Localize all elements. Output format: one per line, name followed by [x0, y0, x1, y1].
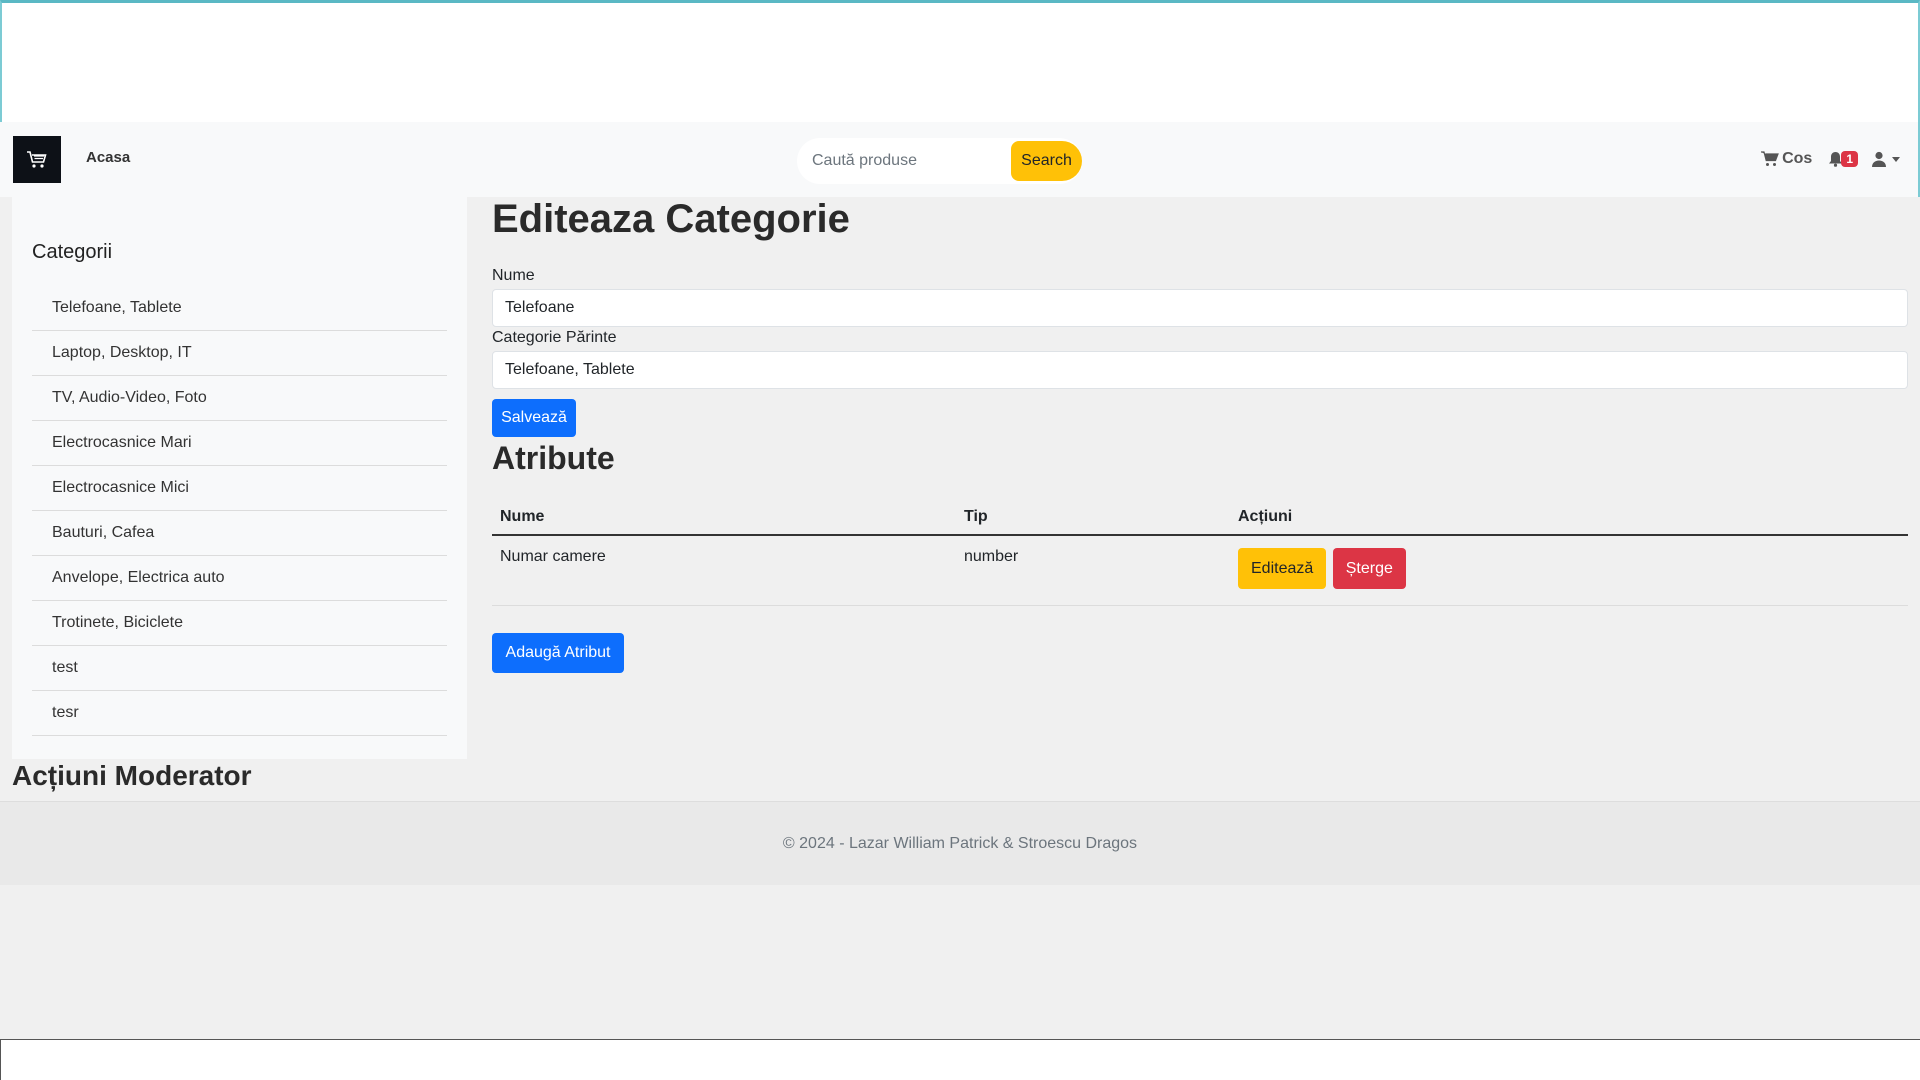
attributes-title: Atribute: [492, 440, 615, 476]
top-blank-band: [0, 0, 1920, 122]
category-list: Telefoane, Tablete Laptop, Desktop, IT T…: [32, 286, 447, 736]
bottom-blank-band: [0, 1039, 1920, 1080]
search-button[interactable]: Search: [1011, 141, 1082, 181]
notifications-button[interactable]: 1: [1828, 151, 1858, 167]
category-item[interactable]: Anvelope, Electrica auto: [32, 556, 447, 601]
attribute-name-cell: Numar camere: [492, 535, 956, 606]
footer-copyright: © 2024 - Lazar William Patrick & Stroesc…: [782, 834, 1138, 852]
attribute-actions-cell: Editează Șterge: [1230, 535, 1908, 606]
category-item[interactable]: test: [32, 646, 447, 691]
sidebar-title: Categorii: [32, 241, 113, 263]
parent-category-field[interactable]: [492, 351, 1908, 389]
notification-badge: 1: [1841, 151, 1858, 167]
attribute-type-cell: number: [956, 535, 1230, 606]
edit-attribute-button[interactable]: Editează: [1238, 548, 1327, 589]
table-header-row: Nume Tip Acțiuni: [492, 500, 1908, 536]
column-header-actions: Acțiuni: [1230, 500, 1908, 536]
column-header-name: Nume: [492, 500, 956, 536]
category-item[interactable]: Bauturi, Cafea: [32, 511, 447, 556]
sidebar: Categorii Telefoane, Tablete Laptop, Des…: [12, 197, 467, 759]
name-field[interactable]: [492, 289, 1908, 327]
delete-attribute-button[interactable]: Șterge: [1332, 548, 1406, 589]
cart-logo-icon: [27, 150, 47, 168]
category-item[interactable]: TV, Audio-Video, Foto: [32, 376, 447, 421]
search-form: Search: [797, 138, 1082, 184]
category-item[interactable]: Electrocasnice Mari: [32, 421, 447, 466]
moderator-actions-title: Acțiuni Moderator: [12, 760, 252, 791]
page-title: Editeaza Categorie: [492, 197, 850, 241]
table-row: Numar camere number Editează Șterge: [492, 535, 1908, 606]
add-attribute-button[interactable]: Adaugă Atribut: [492, 633, 624, 673]
search-input[interactable]: [810, 151, 1010, 171]
category-item[interactable]: tesr: [32, 691, 447, 736]
chevron-down-icon: [1892, 156, 1900, 162]
name-label: Nume: [492, 267, 535, 284]
cart-label: Cos: [1782, 150, 1813, 167]
category-item[interactable]: Electrocasnice Mici: [32, 466, 447, 511]
cart-icon: [1761, 151, 1779, 166]
attributes-table: Nume Tip Acțiuni Numar camere number Edi…: [492, 500, 1908, 606]
category-item[interactable]: Telefoane, Tablete: [32, 286, 447, 331]
nav-home-link[interactable]: Acasa: [86, 149, 130, 166]
parent-category-label: Categorie Părinte: [492, 329, 617, 346]
brand-logo[interactable]: [13, 136, 61, 183]
category-item[interactable]: Laptop, Desktop, IT: [32, 331, 447, 376]
column-header-type: Tip: [956, 500, 1230, 536]
navbar: Acasa Search Cos 1: [0, 122, 1920, 197]
category-item[interactable]: Trotinete, Biciclete: [32, 601, 447, 646]
user-menu-dropdown[interactable]: [1872, 151, 1900, 167]
cart-link[interactable]: Cos: [1761, 150, 1812, 168]
footer: © 2024 - Lazar William Patrick & Stroesc…: [0, 801, 1920, 885]
save-button[interactable]: Salvează: [492, 399, 576, 437]
user-icon: [1872, 151, 1886, 167]
nav-right: Cos 1: [1761, 150, 1900, 168]
